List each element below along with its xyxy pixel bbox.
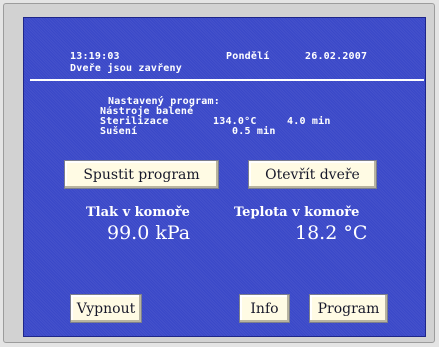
open-door-button[interactable]: Otevřít dveře xyxy=(248,160,377,189)
temperature-value: 18.2 °C xyxy=(295,222,368,244)
date: 26.02.2007 xyxy=(305,51,368,62)
sterilization-time: 4.0 min xyxy=(287,116,331,127)
header-divider xyxy=(30,79,424,81)
pressure-label: Tlak v komoře xyxy=(86,205,190,220)
device-frame: 13:19:03 Pondělí 26.02.2007 Dveře jsou z… xyxy=(3,3,435,343)
pressure-value: 99.0 kPa xyxy=(107,222,191,244)
power-off-button[interactable]: Vypnout xyxy=(70,294,142,323)
info-button[interactable]: Info xyxy=(239,294,290,323)
drying-time: 0.5 min xyxy=(232,126,276,137)
control-screen: 13:19:03 Pondělí 26.02.2007 Dveře jsou z… xyxy=(23,17,426,337)
drying-label: Sušení xyxy=(100,126,138,137)
start-program-button[interactable]: Spustit program xyxy=(64,160,219,189)
clock-time: 13:19:03 xyxy=(70,51,120,62)
temperature-label: Teplota v komoře xyxy=(234,205,360,220)
door-status: Dveře jsou zavřeny xyxy=(70,63,182,74)
weekday: Pondělí xyxy=(226,51,270,62)
program-button[interactable]: Program xyxy=(309,294,388,323)
